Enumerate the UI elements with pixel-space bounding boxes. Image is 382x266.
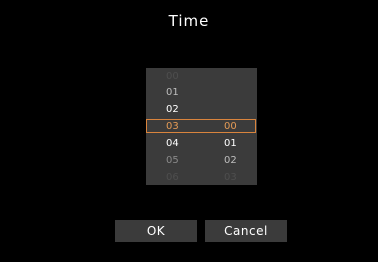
minute-option[interactable]: 01: [224, 137, 264, 151]
time-dialog: Time 00 01 02 03 04 05 06 00 01 02 03 OK…: [0, 0, 382, 266]
minute-option[interactable]: 03: [224, 171, 264, 183]
dialog-title: Time: [168, 12, 210, 30]
hour-option[interactable]: 06: [166, 171, 206, 183]
minute-option[interactable]: 02: [224, 154, 264, 168]
ok-button[interactable]: OK: [115, 220, 197, 242]
hour-option[interactable]: 02: [166, 103, 206, 117]
hour-option[interactable]: 01: [166, 86, 206, 100]
hour-option[interactable]: 05: [166, 154, 206, 168]
hour-option[interactable]: 00: [166, 70, 206, 84]
cancel-button[interactable]: Cancel: [205, 220, 287, 242]
selection-highlight: [146, 119, 256, 133]
hour-option[interactable]: 04: [166, 137, 206, 151]
